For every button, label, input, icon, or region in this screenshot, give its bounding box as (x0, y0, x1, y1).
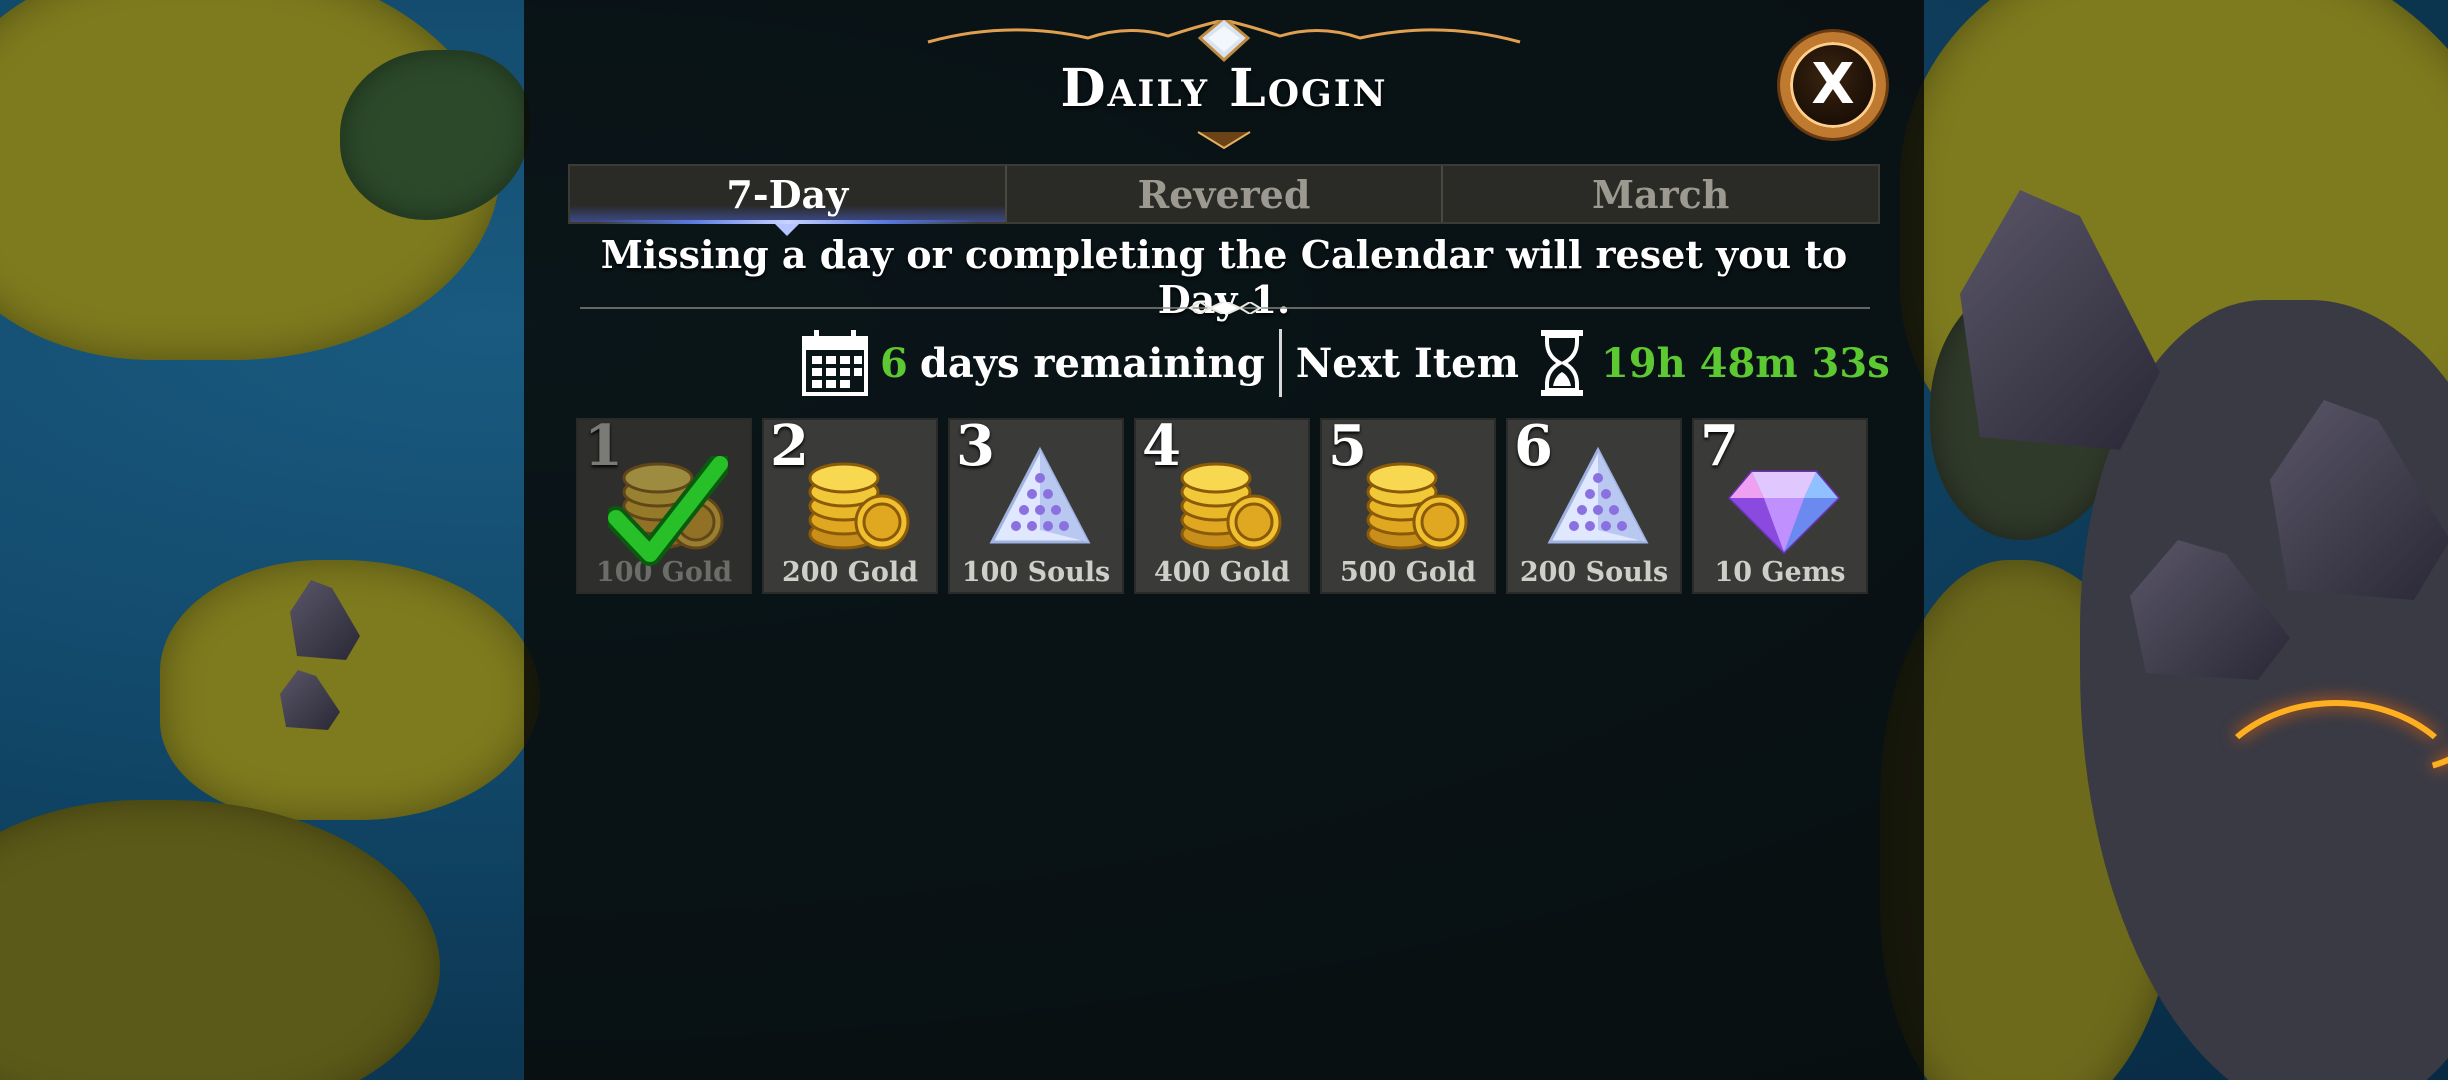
souls-pyramid-icon (1547, 446, 1649, 544)
day-number: 5 (1328, 413, 1367, 479)
reward-card-day-3[interactable]: 3 100 Souls (948, 413, 1124, 594)
day-number: 7 (1700, 413, 1739, 479)
ornamental-divider (580, 302, 1870, 314)
tab-revered[interactable]: Revered (1007, 166, 1444, 222)
gold-coins-icon (808, 462, 910, 550)
tab-bar: 7-Day Revered March (568, 164, 1880, 236)
day-number: 3 (956, 413, 995, 479)
gold-coins-icon (1180, 462, 1282, 550)
page-title: Daily Login (1060, 58, 1388, 119)
next-item-label: Next Item (1295, 339, 1519, 387)
close-button[interactable]: X (1780, 32, 1886, 138)
close-icon: X (1811, 52, 1855, 117)
reward-label: 100 Souls (961, 557, 1111, 588)
tab-label: Revered (1137, 171, 1311, 217)
reward-grid: 1 100 Gold 2 200 Gold 3 100 Souls 4 400 … (576, 413, 1868, 594)
days-remaining-count: 6 (880, 339, 908, 387)
day-number: 4 (1142, 413, 1181, 479)
tab-7-day[interactable]: 7-Day (570, 166, 1007, 236)
reward-card-day-7[interactable]: 7 10 Gems (1692, 413, 1868, 594)
reward-card-day-4[interactable]: 4 400 Gold (1134, 413, 1310, 594)
reward-card-day-6[interactable]: 6 200 Souls (1506, 413, 1682, 594)
days-remaining-text: days remaining (919, 339, 1265, 387)
reward-label: 200 Gold (782, 557, 918, 588)
reward-label: 400 Gold (1154, 557, 1290, 588)
tab-march[interactable]: March (1443, 166, 1878, 222)
reward-card-day-2[interactable]: 2 200 Gold (762, 413, 938, 594)
next-item-timer: 19h 48m 33s (1600, 339, 1890, 387)
reward-card-day-1[interactable]: 1 100 Gold (576, 415, 752, 594)
gem-icon (1727, 470, 1841, 555)
reward-label: 500 Gold (1340, 557, 1476, 588)
status-separator (1278, 329, 1282, 397)
reward-card-day-5[interactable]: 5 500 Gold (1320, 413, 1496, 594)
day-number: 2 (770, 413, 809, 479)
tab-label: March (1591, 171, 1730, 217)
hourglass-icon (1540, 330, 1583, 396)
calendar-icon (802, 330, 868, 396)
claimed-check-icon (608, 456, 728, 566)
reward-label: 10 Gems (1714, 557, 1846, 588)
reward-label: 200 Souls (1519, 557, 1669, 588)
day-number: 6 (1514, 413, 1553, 479)
gold-coins-icon (1366, 462, 1468, 550)
status-row: 6 days remaining Next Item 19h 48m 33s (800, 328, 1890, 398)
tab-label: 7-Day (726, 171, 849, 217)
souls-pyramid-icon (989, 446, 1091, 544)
